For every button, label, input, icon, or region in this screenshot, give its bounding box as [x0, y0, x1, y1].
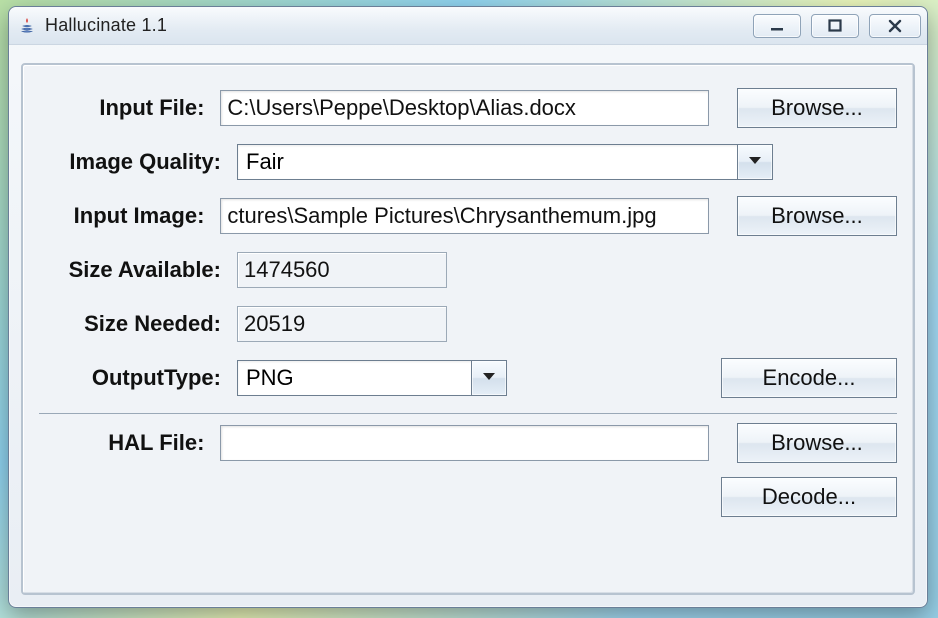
hal-file-field[interactable]: [220, 425, 708, 461]
output-type-select[interactable]: PNG: [237, 360, 507, 396]
label-size-available: Size Available:: [39, 257, 223, 283]
content-panel: Input File: Browse... Image Quality: Fai…: [21, 63, 915, 595]
minimize-button[interactable]: [753, 14, 801, 38]
window-title: Hallucinate 1.1: [45, 15, 753, 36]
decode-button[interactable]: Decode...: [721, 477, 897, 517]
chevron-down-icon: [748, 153, 762, 171]
close-button[interactable]: [869, 14, 921, 38]
separator: [39, 413, 897, 414]
label-input-image: Input Image:: [39, 203, 206, 229]
size-needed-field: [237, 306, 447, 342]
image-quality-value: Fair: [237, 144, 773, 180]
image-quality-dropdown-button[interactable]: [737, 144, 773, 180]
label-image-quality: Image Quality:: [39, 149, 223, 175]
titlebar[interactable]: Hallucinate 1.1: [9, 7, 927, 45]
window-controls: [753, 14, 921, 38]
browse-hal-file-button[interactable]: Browse...: [737, 423, 897, 463]
output-type-value: PNG: [237, 360, 507, 396]
browse-input-file-button[interactable]: Browse...: [737, 88, 897, 128]
row-size-available: Size Available:: [39, 243, 897, 297]
browse-input-image-button[interactable]: Browse...: [737, 196, 897, 236]
row-image-quality: Image Quality: Fair: [39, 135, 897, 189]
input-file-field[interactable]: [220, 90, 708, 126]
chevron-down-icon: [482, 369, 496, 387]
label-input-file: Input File:: [39, 95, 206, 121]
output-type-dropdown-button[interactable]: [471, 360, 507, 396]
app-window: Hallucinate 1.1 Input File: Browse... Im…: [8, 6, 928, 608]
label-output-type: OutputType:: [39, 365, 223, 391]
input-image-field[interactable]: [220, 198, 708, 234]
label-size-needed: Size Needed:: [39, 311, 223, 337]
row-output-type: OutputType: PNG Encode...: [39, 351, 897, 405]
encode-button[interactable]: Encode...: [721, 358, 897, 398]
image-quality-select[interactable]: Fair: [237, 144, 773, 180]
size-available-field: [237, 252, 447, 288]
row-input-image: Input Image: Browse...: [39, 189, 897, 243]
row-hal-file: HAL File: Browse...: [39, 416, 897, 470]
row-decode: Decode...: [39, 470, 897, 524]
row-input-file: Input File: Browse...: [39, 81, 897, 135]
row-size-needed: Size Needed:: [39, 297, 897, 351]
maximize-button[interactable]: [811, 14, 859, 38]
java-icon: [17, 16, 37, 36]
label-hal-file: HAL File:: [39, 430, 206, 456]
